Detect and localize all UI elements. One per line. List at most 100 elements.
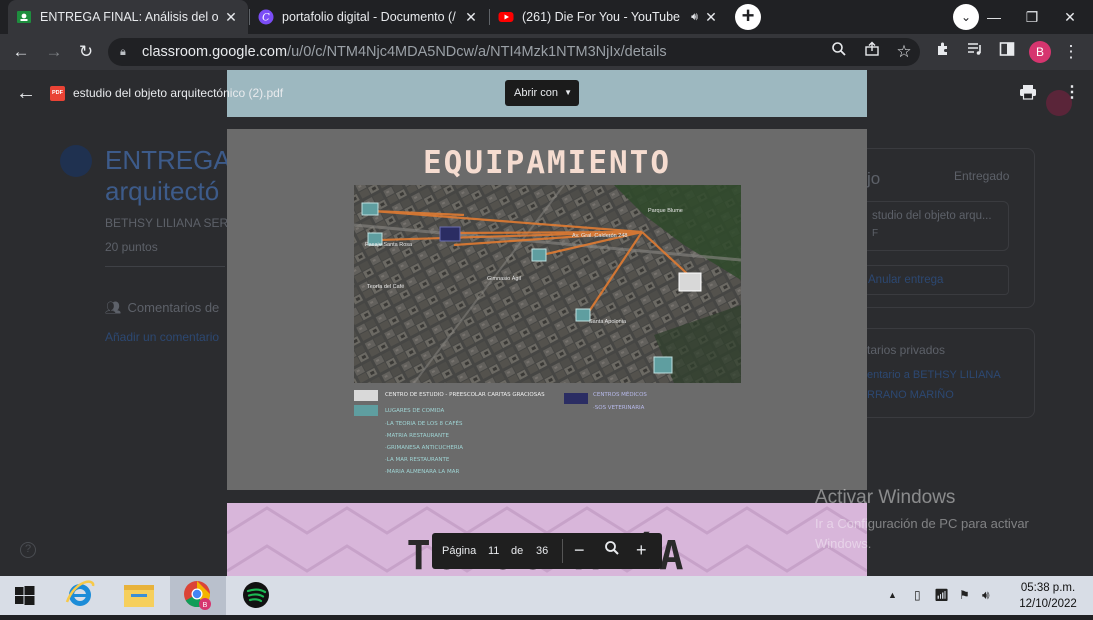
open-with-button[interactable]: Abrir con ▼ <box>505 80 579 106</box>
your-work-card: jo Entregado studio del objeto arqu... F… <box>840 148 1035 308</box>
media-controls-icon[interactable] <box>964 41 986 63</box>
extensions-icon[interactable] <box>932 41 954 63</box>
tab-title: ENTREGA FINAL: Análisis del obje <box>40 10 218 24</box>
pdf-page-equipamiento: EQUIPAMIENTO Parque Blume Av. Gral. Cald… <box>227 129 867 490</box>
classroom-icon <box>17 11 31 23</box>
profile-avatar[interactable]: B <box>1029 41 1051 63</box>
help-icon[interactable]: ? <box>20 542 36 558</box>
assignment-author: BETHSY LILIANA SERR <box>105 216 237 230</box>
caret-down-icon: ▼ <box>564 88 572 97</box>
map-label: Gimnasio Ágil <box>487 276 521 282</box>
aerial-map-image <box>354 185 741 383</box>
legend-text: ·GRIMANESA ANTICUCHERIA <box>385 445 464 451</box>
url-host: classroom.google.com <box>142 44 288 60</box>
show-hidden-icons[interactable]: ▲ <box>888 590 897 600</box>
add-private-comment-link-2[interactable]: RRANO MARIÑO <box>867 389 954 401</box>
tab-classroom[interactable]: ENTREGA FINAL: Análisis del obje ✕ <box>8 0 248 34</box>
pdf-file-icon: PDF <box>50 86 65 101</box>
restore-icon[interactable]: ❐ <box>1014 0 1050 34</box>
of-label: de <box>511 545 524 557</box>
map-label: Pasaje Santa Rosa <box>365 242 413 248</box>
activate-windows-text: Ir a Configuración de PC para activar Wi… <box>815 516 1029 551</box>
divider <box>105 266 225 267</box>
more-options-icon[interactable]: ⋮ <box>1064 82 1080 102</box>
file-explorer-icon[interactable] <box>114 576 164 615</box>
zoom-out-button[interactable]: − <box>574 540 585 560</box>
network-icon[interactable]: 📶︎ <box>934 588 949 602</box>
tab-close-icon[interactable]: ✕ <box>222 9 240 26</box>
url-text[interactable]: classroom.google.com/u/0/c/NTM4Njc4MDA5N… <box>142 44 667 60</box>
forward-icon[interactable]: → <box>43 41 65 63</box>
close-viewer-back-icon[interactable]: ← <box>16 82 36 105</box>
back-icon[interactable]: ← <box>10 41 32 63</box>
divider <box>562 539 563 563</box>
print-icon[interactable] <box>1019 84 1037 105</box>
legend-text: ·LA TEORIA DE LOS 8 CAFÉS <box>385 421 463 427</box>
legend-swatch-medical <box>564 393 588 404</box>
address-bar[interactable]: 🔒︎ classroom.google.com/u/0/c/NTM4Njc4MD… <box>108 38 920 66</box>
tab-portfolio[interactable]: C portafolio digital - Documento (/ ✕ <box>250 0 488 34</box>
youtube-icon <box>498 12 514 22</box>
legend-swatch-food <box>354 405 378 416</box>
side-panel-icon[interactable] <box>996 41 1018 63</box>
internet-explorer-icon[interactable] <box>55 576 105 615</box>
battery-icon[interactable]: ▯ <box>914 588 921 602</box>
clock-date: 12/10/2022 <box>1019 598 1077 610</box>
add-class-comment-link[interactable]: Añadir un comentario <box>105 330 219 344</box>
current-page-input[interactable]: 11 <box>488 545 499 557</box>
tab-title: portafolio digital - Documento (/ <box>282 10 456 24</box>
open-with-label: Abrir con <box>514 87 559 99</box>
legend-text: ·LA MAR RESTAURANTE <box>385 457 450 463</box>
assignment-points: 20 puntos <box>105 240 158 254</box>
spotify-icon[interactable] <box>231 576 281 615</box>
add-private-comment-link[interactable]: entario a BETHSY LILIANA <box>867 369 1001 381</box>
total-pages: 36 <box>536 545 549 557</box>
chrome-icon: B <box>184 581 211 610</box>
page-label: Página <box>442 545 477 557</box>
svg-text:B: B <box>203 602 208 609</box>
system-clock[interactable]: 05:38 p.m. 12/10/2022 <box>1008 580 1088 612</box>
reload-icon[interactable]: ↻ <box>75 41 97 63</box>
tab-strip: ENTREGA FINAL: Análisis del obje ✕ C por… <box>0 0 1093 34</box>
class-comments-heading: 👥︎ Comentarios de <box>105 300 219 316</box>
pdf-file-name: estudio del objeto arquitectónico (2).pd… <box>73 86 284 100</box>
map-label: Santa Apolonia <box>589 319 627 325</box>
assignment-icon <box>60 145 92 177</box>
minimize-icon[interactable]: — <box>976 0 1012 34</box>
audio-playing-icon[interactable]: 🔊︎ <box>691 11 698 24</box>
submission-status: Entregado <box>954 169 1010 183</box>
action-center-flag-icon[interactable]: ⚑ <box>959 588 970 602</box>
tab-close-icon[interactable]: ✕ <box>462 9 480 26</box>
chrome-taskbar-button[interactable]: B <box>170 576 226 615</box>
tab-youtube[interactable]: (261) Die For You - YouTube 🔊︎ ✕ <box>490 0 728 34</box>
legend-text: CENTROS MÉDICOS <box>593 392 647 398</box>
tab-title: (261) Die For You - YouTube <box>522 10 680 24</box>
volume-icon[interactable]: 🔊︎ <box>982 588 990 603</box>
new-tab-button[interactable]: + <box>735 4 761 30</box>
chrome-menu-icon[interactable]: ⋮ <box>1060 41 1082 63</box>
your-work-heading: jo <box>867 169 881 188</box>
canva-icon: C <box>258 9 274 25</box>
zoom-in-button[interactable]: + <box>636 540 647 560</box>
legend-text: ·SOS VETERINARIA <box>593 405 645 411</box>
attachment-name: studio del objeto arqu... <box>872 210 992 222</box>
assignment-title: ENTREGA arquitectó <box>105 145 230 206</box>
people-icon: 👥︎ <box>105 300 122 315</box>
url-path: /u/0/c/NTM4Njc4MDA5NDcw/a/NTI4Mzk1NTM3Nj… <box>287 44 667 60</box>
tab-close-icon[interactable]: ✕ <box>702 9 720 26</box>
share-icon[interactable] <box>861 41 883 63</box>
magnifier-icon[interactable] <box>604 540 620 560</box>
legend-swatch-school <box>354 390 378 401</box>
svg-text:C: C <box>262 13 270 24</box>
close-window-icon[interactable]: ✕ <box>1052 0 1088 34</box>
start-button[interactable] <box>0 576 50 615</box>
zoom-icon[interactable] <box>828 41 850 63</box>
class-comments-label: Comentarios de <box>127 300 220 315</box>
map-label: Parque Blume <box>648 208 683 214</box>
page-navigator: Página 11 de 36 − + <box>432 533 662 569</box>
bookmark-star-icon[interactable]: ☆ <box>893 41 915 63</box>
lock-icon[interactable]: 🔒︎ <box>120 46 134 59</box>
browser-toolbar: ← → ↻ 🔒︎ classroom.google.com/u/0/c/NTM4… <box>0 34 1093 70</box>
map-label: Teoría del Café <box>367 284 405 290</box>
windows-taskbar: B ▲ ▯ 📶︎ ⚑ 🔊︎ 05:38 p.m. 12/10/2022 <box>0 576 1093 615</box>
